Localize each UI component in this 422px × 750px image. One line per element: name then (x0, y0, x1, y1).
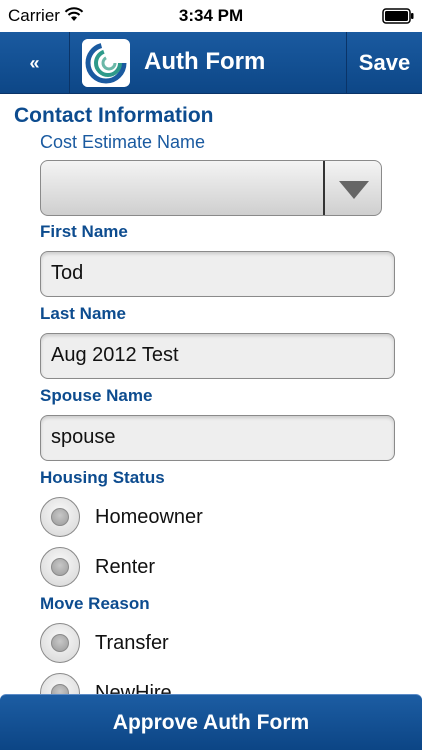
cost-estimate-label: Cost Estimate Name (40, 132, 206, 152)
battery-icon (382, 8, 414, 24)
save-button[interactable]: Save (346, 32, 422, 94)
form-content: Contact Information Cost Estimate Name F… (0, 94, 422, 694)
approve-auth-form-button[interactable]: Approve Auth Form (0, 694, 422, 750)
last-name-label: Last Name (40, 304, 126, 323)
radio-label: NewHire (95, 681, 172, 695)
radio-label: Renter (95, 555, 156, 578)
move-reason-option-newhire[interactable]: NewHire (40, 672, 172, 694)
radio-label: Transfer (95, 631, 169, 654)
housing-status-label: Housing Status (40, 468, 165, 487)
last-name-field[interactable]: Aug 2012 Test (40, 333, 395, 379)
move-reason-option-transfer[interactable]: Transfer (40, 622, 169, 664)
status-time: 3:34 PM (178, 6, 244, 25)
spouse-name-label: Spouse Name (40, 386, 153, 405)
select-divider (323, 161, 325, 215)
section-title: Contact Information (14, 104, 214, 127)
radio-dot (51, 684, 69, 694)
page-title: Auth Form (144, 48, 266, 75)
radio-dot (51, 558, 69, 576)
spouse-name-field[interactable]: spouse (40, 415, 395, 461)
first-name-label: First Name (40, 222, 128, 241)
radio-dot (51, 634, 69, 652)
housing-option-homeowner[interactable]: Homeowner (40, 496, 203, 538)
radio-button[interactable] (40, 673, 80, 694)
radio-button[interactable] (40, 497, 80, 537)
radio-dot (51, 508, 69, 526)
radio-label: Homeowner (95, 505, 203, 528)
dropdown-arrow-icon (339, 181, 369, 199)
company-logo-icon (82, 39, 130, 87)
housing-option-renter[interactable]: Renter (40, 546, 155, 588)
move-reason-label: Move Reason (40, 594, 150, 613)
nav-bar: « Auth Form Save (0, 32, 422, 94)
first-name-field[interactable]: Tod (40, 251, 395, 297)
back-button[interactable]: « (0, 32, 70, 94)
cost-estimate-select[interactable] (40, 160, 382, 216)
status-bar: Carrier 3:34 PM (0, 0, 422, 32)
radio-button[interactable] (40, 623, 80, 663)
radio-button[interactable] (40, 547, 80, 587)
